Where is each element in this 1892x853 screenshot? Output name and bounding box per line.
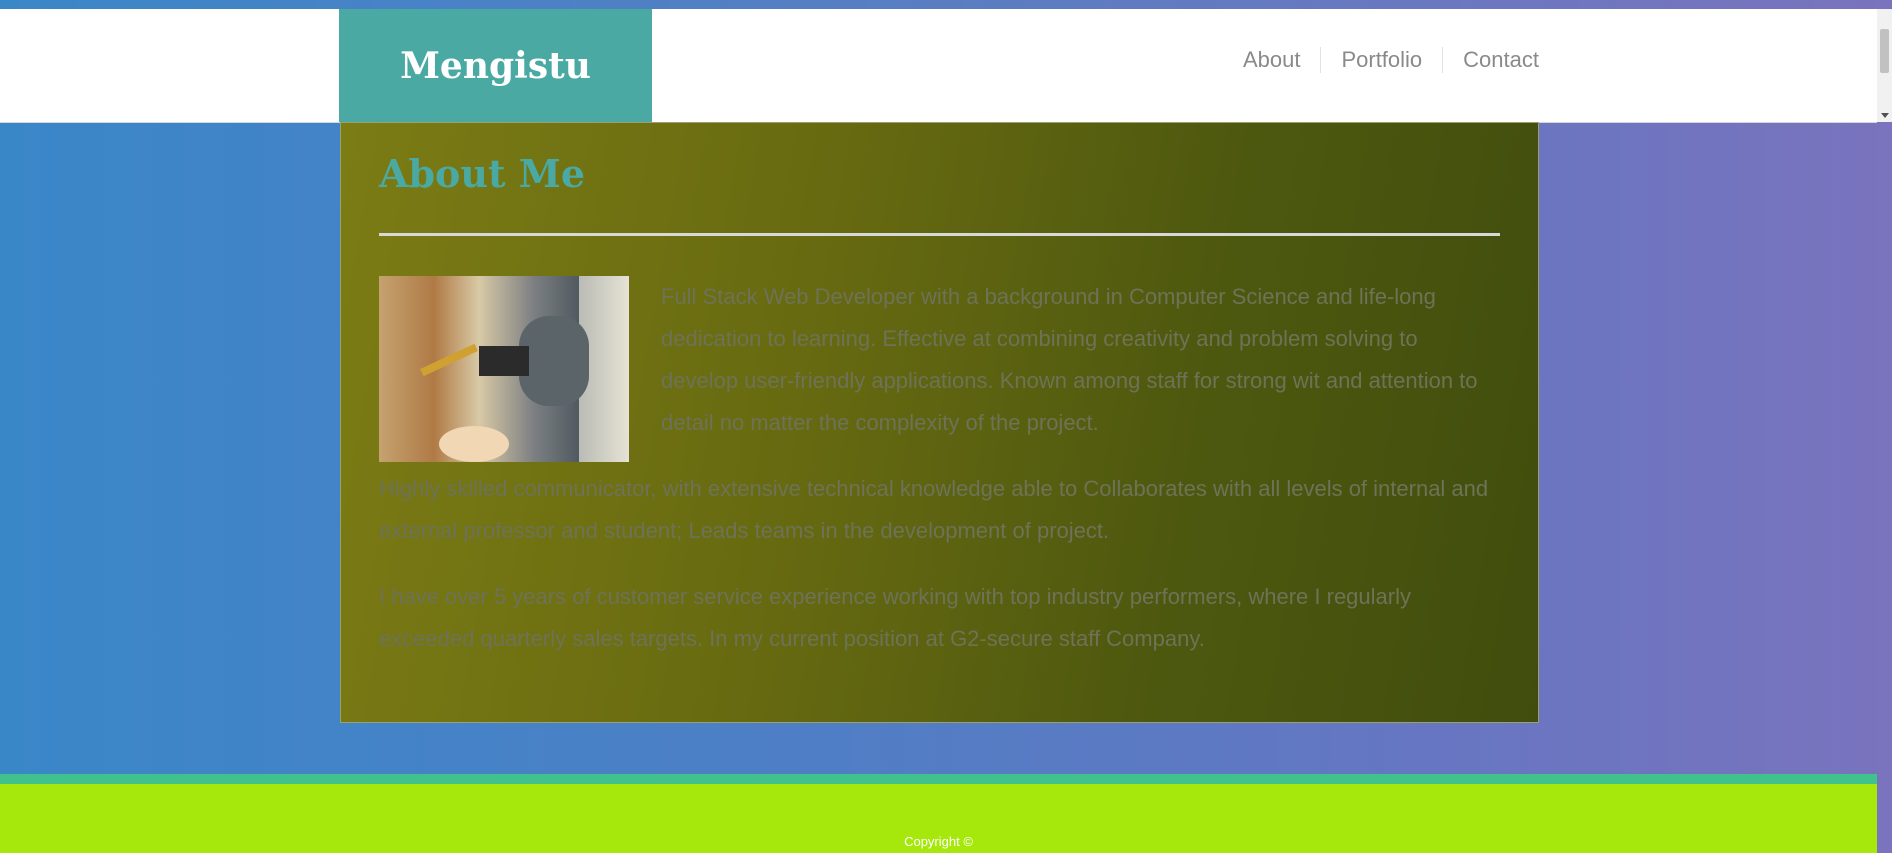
nav-link-about[interactable]: About [1223, 47, 1321, 73]
about-paragraph-2: Highly skilled communicator, with extens… [379, 476, 1489, 543]
footer-stripe [0, 774, 1877, 784]
about-paragraph-3: I have over 5 years of customer service … [379, 584, 1411, 651]
copyright-text: Copyright © [904, 834, 973, 849]
about-section: About Me Full Stack Web Developer with a… [340, 122, 1539, 723]
nav-link-contact[interactable]: Contact [1442, 47, 1539, 73]
profile-photo [379, 276, 629, 462]
scrollbar-thumb[interactable] [1880, 29, 1889, 73]
page-scrollbar[interactable] [1877, 9, 1892, 122]
site-header: Mengistu About Portfolio Contact [0, 9, 1877, 123]
top-gradient-strip [0, 0, 1892, 9]
site-footer: Copyright © [0, 784, 1877, 853]
brand-logo[interactable]: Mengistu [339, 9, 652, 122]
nav-link-portfolio[interactable]: Portfolio [1320, 47, 1442, 73]
main-nav: About Portfolio Contact [1223, 47, 1539, 73]
section-title: About Me [379, 151, 586, 196]
section-divider [379, 233, 1500, 236]
scroll-down-arrow-icon[interactable] [1881, 113, 1889, 118]
